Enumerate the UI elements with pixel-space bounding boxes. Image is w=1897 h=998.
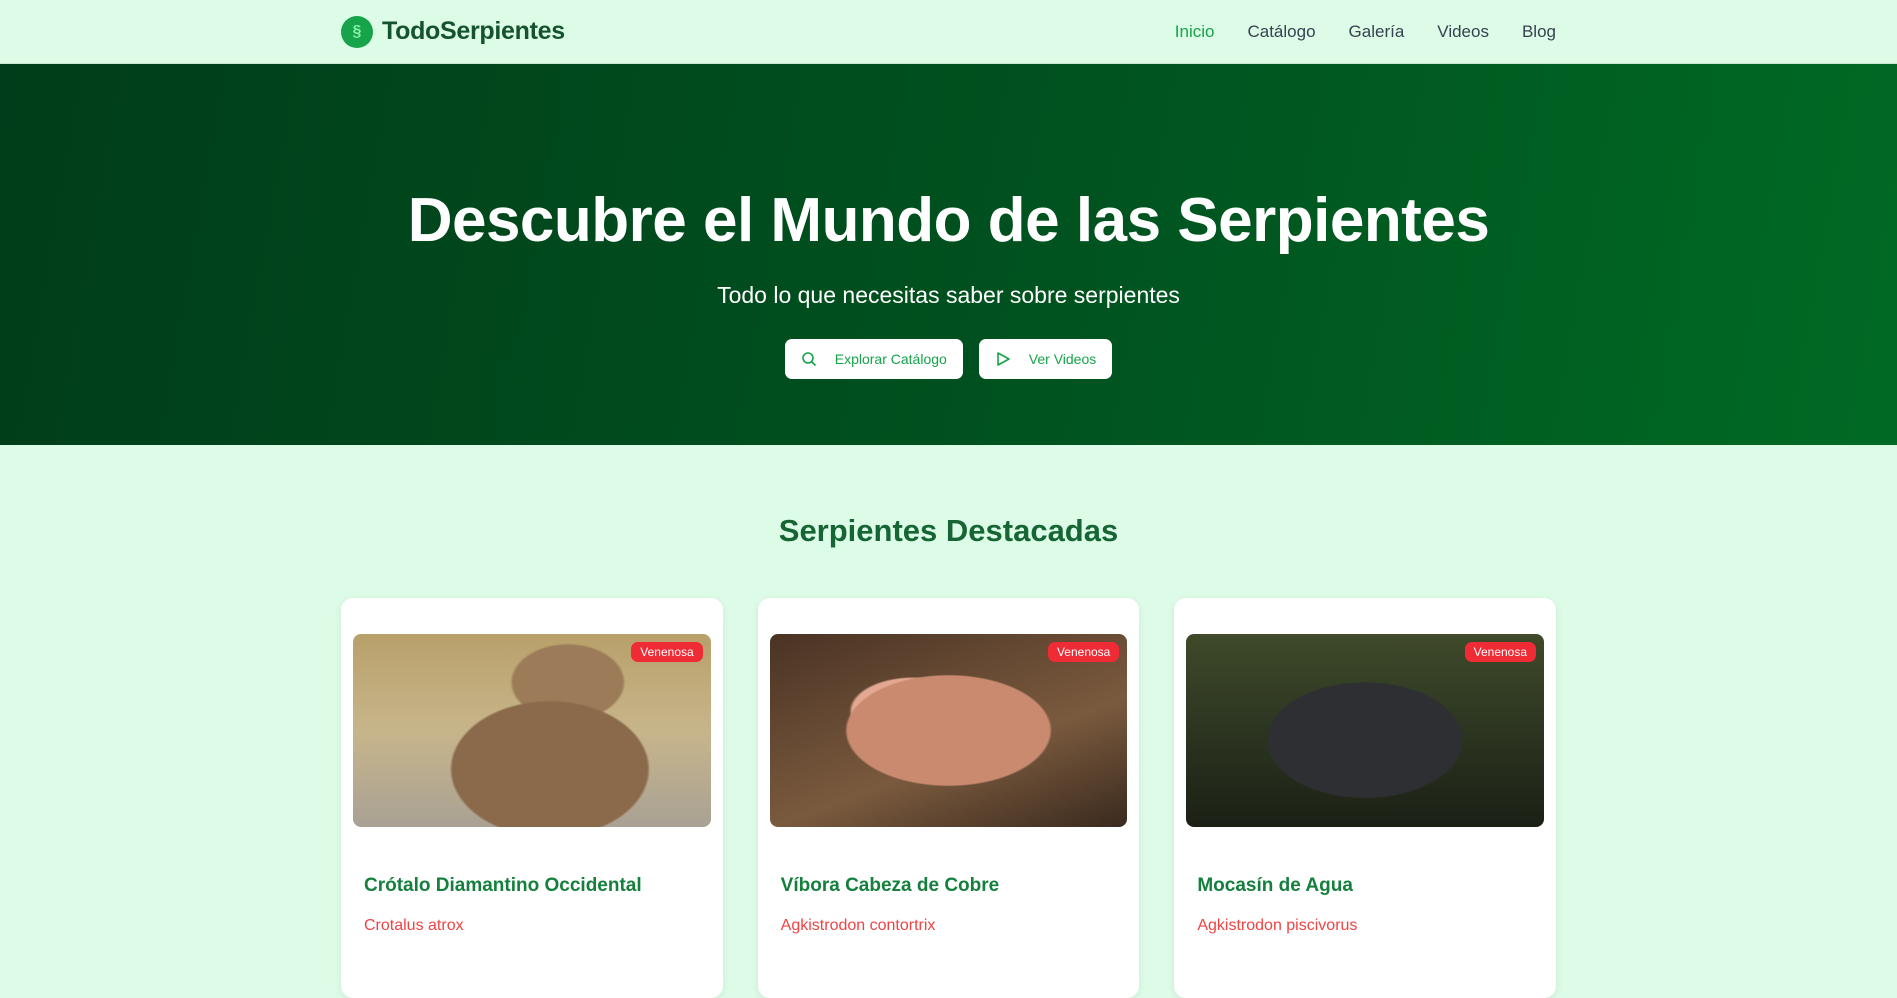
snake-image: Venenosa <box>769 634 1128 827</box>
snake-image: Venenosa <box>1186 634 1545 827</box>
snake-scientific-name: Crotalus atrox <box>364 917 464 934</box>
explore-catalog-button[interactable]: Explorar Catálogo <box>784 339 963 379</box>
play-icon <box>996 352 1010 366</box>
search-icon <box>801 352 816 367</box>
hero: Descubre el Mundo de las Serpientes Todo… <box>0 64 1897 445</box>
main-nav: Inicio Catálogo Galería Videos Blog <box>1175 22 1556 42</box>
featured-title: Serpientes Destacadas <box>778 513 1119 548</box>
snake-name: Mocasín de Agua <box>1197 875 1353 896</box>
hero-subtitle: Todo lo que necesitas saber sobre serpie… <box>717 282 1180 308</box>
nav-inicio[interactable]: Inicio <box>1175 22 1215 42</box>
venomous-badge: Venenosa <box>631 642 703 662</box>
nav-galeria[interactable]: Galería <box>1349 22 1405 42</box>
hero-title: Descubre el Mundo de las Serpientes <box>407 186 1490 255</box>
logo-text: TodoSerpientes <box>382 17 565 45</box>
watch-videos-button[interactable]: Ver Videos <box>978 339 1113 379</box>
site-header: § TodoSerpientes Inicio Catálogo Galería… <box>0 0 1897 64</box>
nav-videos[interactable]: Videos <box>1437 22 1489 42</box>
featured-cards: Venenosa Crótalo Diamantino Occidental C… <box>0 598 1897 998</box>
snake-name: Víbora Cabeza de Cobre <box>780 875 1000 896</box>
venomous-badge: Venenosa <box>1047 642 1120 662</box>
snake-logo-icon: § <box>341 15 373 48</box>
snake-card[interactable]: Venenosa Víbora Cabeza de Cobre Agkistro… <box>757 598 1140 998</box>
snake-scientific-name: Agkistrodon piscivorus <box>1197 917 1358 934</box>
venomous-badge: Venenosa <box>1464 642 1537 662</box>
nav-blog[interactable]: Blog <box>1522 22 1556 42</box>
snake-card[interactable]: Venenosa Mocasín de Agua Agkistrodon pis… <box>1174 598 1557 998</box>
nav-catalogo[interactable]: Catálogo <box>1247 22 1315 42</box>
watch-videos-label: Ver Videos <box>1028 351 1097 367</box>
snake-card[interactable]: Venenosa Crótalo Diamantino Occidental C… <box>341 598 723 998</box>
snake-image: Venenosa <box>353 634 711 827</box>
snake-name: Crótalo Diamantino Occidental <box>364 875 642 896</box>
snake-scientific-name: Agkistrodon contortrix <box>780 917 936 934</box>
logo[interactable]: § TodoSerpientes <box>341 15 565 48</box>
explore-catalog-label: Explorar Catálogo <box>834 351 947 367</box>
